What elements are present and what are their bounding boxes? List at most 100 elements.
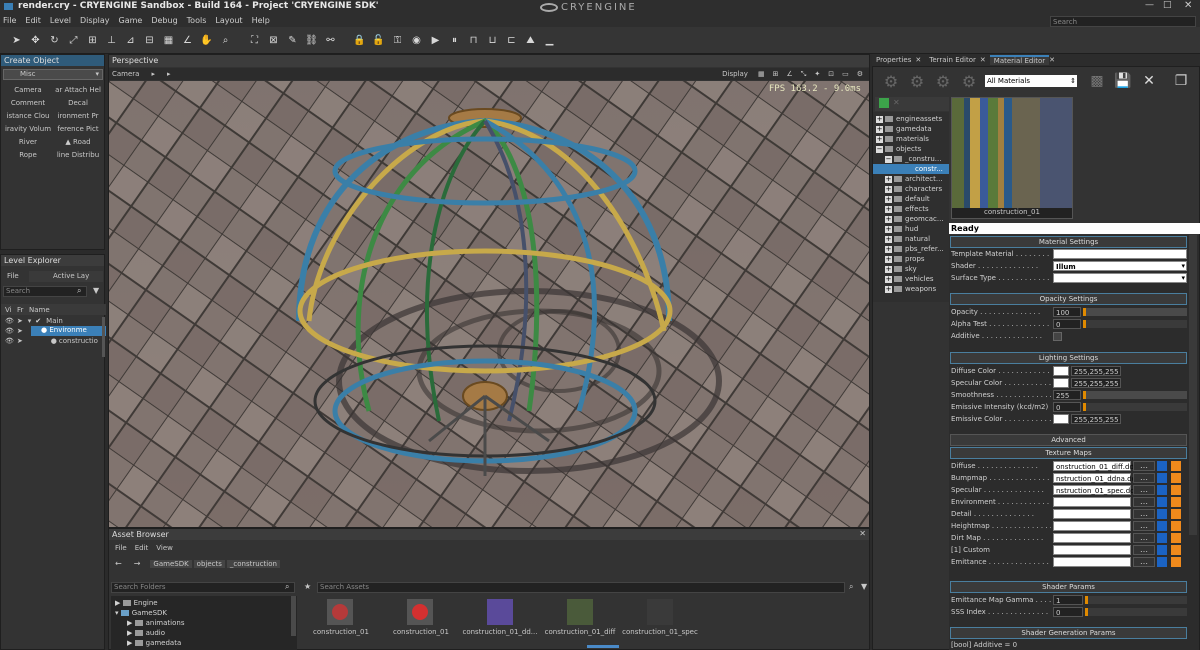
folder-gamesdk[interactable]: ▾ GameSDK <box>115 608 167 618</box>
shader-gen-params-header[interactable]: Shader Generation Params <box>950 627 1187 639</box>
tiff-icon[interactable] <box>1171 497 1181 507</box>
folder-animations[interactable]: ▶ animations <box>127 618 184 628</box>
diffuse-texture-input[interactable]: onstruction_01_diff.dds <box>1053 461 1138 471</box>
folder-scrollbar[interactable] <box>291 596 296 636</box>
opacity-input[interactable]: 100 <box>1053 307 1081 317</box>
assign-material-icon[interactable]: ⚙ <box>907 73 927 89</box>
tiff-icon[interactable] <box>1171 485 1181 495</box>
cursor-icon[interactable]: ➤ <box>17 317 23 325</box>
filter-icon[interactable]: ▼ <box>861 582 867 591</box>
scale-tool-icon[interactable]: ⤢ <box>67 34 80 47</box>
col-freeze[interactable]: Fr <box>13 306 25 314</box>
copy-material-icon[interactable]: ❐ <box>1171 74 1191 88</box>
specular-texture-input[interactable]: nstruction_01_spec.dds <box>1053 485 1138 495</box>
asset-thumb-spec[interactable] <box>647 599 673 625</box>
gravity-volume-item[interactable]: iravity Volum <box>3 125 53 133</box>
browse-button[interactable]: … <box>1133 533 1155 543</box>
paint-icon[interactable]: ✎ <box>286 34 299 47</box>
physics-icon[interactable]: ⊓ <box>467 34 480 47</box>
tree-pbs-reference[interactable]: + pbs_refer... <box>885 244 944 254</box>
move-tool-icon[interactable]: ✥ <box>29 34 42 47</box>
lock-icon[interactable]: 🔒 <box>353 34 366 47</box>
snap-icon[interactable]: ⊿ <box>124 34 137 47</box>
angle-icon[interactable]: ∠ <box>181 34 194 47</box>
texture-icon[interactable] <box>1157 533 1167 543</box>
eye-icon[interactable]: 👁 <box>5 317 14 325</box>
grid-view-icon[interactable]: ▦ <box>758 70 765 78</box>
mountain-icon[interactable]: ⛰ <box>524 34 537 47</box>
menu-debug[interactable]: Debug <box>151 16 177 25</box>
asset-scrollbar[interactable] <box>587 645 619 648</box>
tree-sky[interactable]: + sky <box>885 264 917 274</box>
browse-button[interactable]: … <box>1133 521 1155 531</box>
gamma-input[interactable]: 1 <box>1053 595 1083 605</box>
diffuse-value[interactable]: 255,255,255 <box>1071 366 1121 376</box>
rotate-tool-icon[interactable]: ↻ <box>48 34 61 47</box>
overlay-view-icon[interactable]: ⊡ <box>828 70 834 78</box>
unlink-icon[interactable]: ⚯ <box>324 34 337 47</box>
asset-search-input[interactable]: Search Assets <box>317 582 845 593</box>
back-arrow-icon[interactable]: ← <box>115 559 122 568</box>
level-file-menu[interactable]: File <box>7 272 19 280</box>
browse-button[interactable]: … <box>1133 545 1155 555</box>
custom-texture-input[interactable] <box>1053 545 1131 555</box>
tree-effects[interactable]: + effects <box>885 204 929 214</box>
specular-swatch[interactable] <box>1053 378 1069 388</box>
environment-texture-input[interactable] <box>1053 497 1131 507</box>
advanced-header[interactable]: Advanced <box>950 434 1187 446</box>
level-row-main[interactable]: 👁 ➤ ▾ ✔ Main <box>1 316 106 326</box>
menu-game[interactable]: Game <box>119 16 143 25</box>
reference-picture-item[interactable]: ference Pict <box>53 125 103 133</box>
alpha-test-slider[interactable] <box>1083 320 1187 328</box>
smoothness-slider[interactable] <box>1083 391 1187 399</box>
grid-icon[interactable]: ▦ <box>162 34 175 47</box>
menu-help[interactable]: Help <box>252 16 270 25</box>
light-view-icon[interactable]: ✦ <box>814 70 820 78</box>
breadcrumb-construction[interactable]: _construction <box>226 559 280 568</box>
lock2-icon[interactable]: 🔓 <box>372 34 385 47</box>
texture-icon[interactable] <box>1157 473 1167 483</box>
active-layer-button[interactable]: Active Lay <box>29 271 103 282</box>
material-preview[interactable]: construction_01 <box>951 97 1073 219</box>
menu-edit[interactable]: Edit <box>25 16 41 25</box>
smoothness-input[interactable]: 255 <box>1053 390 1081 400</box>
ai-icon[interactable]: ⊔ <box>486 34 499 47</box>
pause-icon[interactable]: ⏸ <box>448 34 461 47</box>
folder-search-input[interactable]: Search Folders <box>111 582 295 593</box>
gen-param-additive[interactable]: [bool] Additive = 0 <box>951 640 1017 650</box>
folder-audio[interactable]: ▶ audio <box>127 628 165 638</box>
asset-thumb-material[interactable] <box>327 599 353 625</box>
texture-icon[interactable] <box>1157 521 1167 531</box>
play-icon[interactable]: ▶ <box>429 34 442 47</box>
browse-button[interactable]: … <box>1133 497 1155 507</box>
cursor-icon[interactable]: ➤ <box>17 327 23 335</box>
material-filter-dropdown[interactable]: All Materials ⇕ <box>985 75 1077 87</box>
texture-icon[interactable] <box>1157 557 1167 567</box>
lighting-settings-header[interactable]: Lighting Settings <box>950 352 1187 364</box>
cloud-item[interactable]: istance Clou <box>3 112 53 120</box>
align-icon[interactable]: ⊟ <box>143 34 156 47</box>
tree-architecture[interactable]: + architect... <box>885 174 943 184</box>
save-material-icon[interactable]: 💾 <box>1113 74 1133 88</box>
properties-scrollbar[interactable] <box>1189 235 1197 535</box>
tiff-icon[interactable] <box>1171 545 1181 555</box>
specular-value[interactable]: 255,255,255 <box>1071 378 1121 388</box>
camera-menu[interactable]: Camera <box>112 70 139 78</box>
browse-button[interactable]: … <box>1133 473 1155 483</box>
get-material-icon[interactable]: ⚙ <box>933 73 953 89</box>
tiff-icon[interactable] <box>1171 461 1181 471</box>
expand-icon[interactable]: ▾ <box>28 317 32 325</box>
alpha-test-input[interactable]: 0 <box>1053 319 1081 329</box>
settings-view-icon[interactable]: ⚙ <box>857 70 863 78</box>
shader-dropdown[interactable]: Illum ▾ <box>1053 261 1187 271</box>
tiff-icon[interactable] <box>1171 533 1181 543</box>
zoom-icon[interactable]: ⌕ <box>219 34 232 47</box>
opacity-settings-header[interactable]: Opacity Settings <box>950 293 1187 305</box>
filter-icon[interactable]: ▼ <box>93 286 99 295</box>
road-item[interactable]: ▲ Road <box>53 138 103 146</box>
opacity-slider[interactable] <box>1083 308 1187 316</box>
emissive-color-value[interactable]: 255,255,255 <box>1071 414 1121 424</box>
tab-properties[interactable]: Properties <box>872 56 915 64</box>
eye-icon[interactable]: 👁 <box>5 337 14 345</box>
tab-material-editor[interactable]: Material Editor <box>989 55 1050 65</box>
